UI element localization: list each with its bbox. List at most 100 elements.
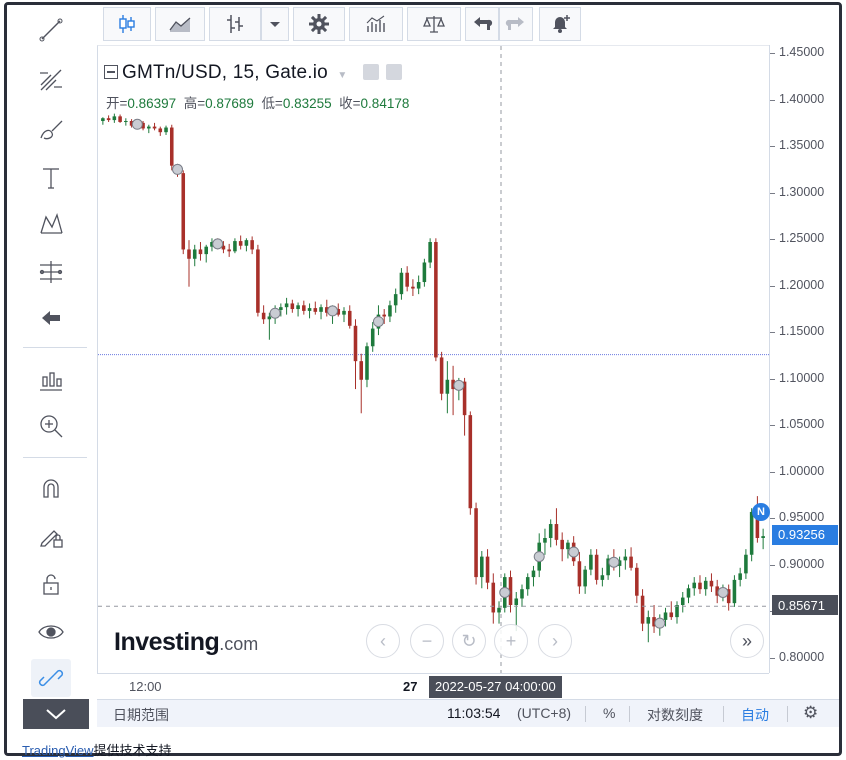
undo-button[interactable]	[465, 7, 499, 41]
candle	[152, 122, 157, 131]
zoom-in-icon[interactable]	[31, 407, 71, 445]
candle	[353, 319, 358, 390]
price-tick-label: 1.15000	[779, 324, 825, 339]
text-tool-icon[interactable]	[31, 159, 71, 197]
bars-chart-button[interactable]	[209, 7, 261, 41]
news-badge[interactable]: N	[752, 502, 770, 521]
indicators-button[interactable]	[349, 7, 403, 41]
minus-icon: −	[421, 630, 433, 651]
scroll-left-button[interactable]: ‹	[366, 624, 400, 658]
top-toolbar	[95, 5, 839, 45]
timezone-button[interactable]: (UTC+8)	[517, 705, 571, 721]
candle	[738, 567, 742, 587]
fib-tool-icon[interactable]	[31, 61, 71, 99]
settings-button[interactable]	[293, 7, 345, 41]
pattern-tool-icon[interactable]	[31, 205, 71, 243]
candle	[445, 361, 450, 414]
event-marker[interactable]	[654, 617, 666, 629]
legend-dropdown-icon[interactable]: ▼	[337, 70, 347, 81]
candle	[388, 300, 392, 323]
legend-toggle-icon[interactable]	[104, 65, 118, 79]
gear-small-icon[interactable]	[386, 64, 403, 80]
bottom-bar: 日期范围 11:03:54 (UTC+8) % 对数刻度 自动 ⚙	[97, 699, 839, 727]
collapse-toolbar-button[interactable]	[23, 699, 89, 729]
candle	[491, 573, 496, 624]
ohlc-open-value: 0.86397	[127, 96, 177, 111]
chart-add-icon[interactable]	[31, 361, 71, 399]
tradingview-link[interactable]: TradingView	[22, 743, 94, 758]
trend-line-icon[interactable]	[31, 11, 71, 49]
candle	[640, 589, 645, 632]
candle	[302, 300, 306, 315]
measure-tool-icon[interactable]	[31, 253, 71, 291]
event-marker[interactable]	[568, 546, 580, 558]
candle	[554, 508, 559, 546]
percent-button[interactable]: %	[603, 705, 615, 721]
candle	[480, 551, 484, 589]
auto-scale-button[interactable]: 自动	[741, 705, 769, 725]
candle	[600, 567, 605, 587]
candle	[543, 528, 547, 555]
scroll-to-latest-button[interactable]: »	[730, 624, 764, 658]
candle	[675, 601, 679, 624]
lock-drawing-icon[interactable]	[31, 517, 71, 555]
eye-visibility-icon[interactable]	[362, 64, 379, 80]
back-arrow-icon[interactable]	[31, 299, 71, 337]
event-marker[interactable]	[212, 238, 224, 250]
magnet-icon[interactable]	[31, 469, 71, 507]
event-marker[interactable]	[131, 118, 143, 130]
zoom-in-button[interactable]: +	[494, 624, 528, 658]
log-scale-button[interactable]: 对数刻度	[647, 705, 703, 725]
legend-ohlc: 开=0.86397 高=0.87689 低=0.83255 收=0.84178	[106, 92, 409, 112]
price-tick	[770, 425, 775, 427]
reset-button[interactable]: ↻	[452, 624, 486, 658]
candle	[244, 238, 249, 252]
compare-button[interactable]	[407, 7, 461, 41]
event-marker[interactable]	[717, 586, 729, 598]
event-marker[interactable]	[533, 551, 545, 563]
area-chart-button[interactable]	[155, 7, 205, 41]
price-tick	[770, 564, 775, 566]
time-label-1200: 12:00	[129, 679, 162, 694]
candle	[192, 244, 197, 267]
gear-icon[interactable]: ⚙	[803, 703, 818, 723]
candle	[531, 565, 536, 587]
candle	[474, 502, 478, 585]
caret-down-icon	[270, 22, 280, 27]
price-tick	[770, 239, 775, 241]
link-icon[interactable]	[31, 659, 71, 697]
date-range-button[interactable]: 日期范围	[113, 705, 169, 725]
candle	[646, 610, 651, 643]
candle	[147, 124, 151, 134]
time-axis[interactable]: 12:00 27 2022-05-27 04:00:00	[97, 673, 769, 699]
chart-type-dropdown[interactable]	[261, 7, 289, 41]
event-marker[interactable]	[372, 316, 384, 328]
candle	[284, 297, 289, 315]
price-axis[interactable]: 1.45000 1.40000 1.35000 1.30000 1.25000 1.200…	[769, 45, 839, 673]
lock-icon[interactable]	[31, 565, 71, 603]
event-marker[interactable]	[172, 163, 184, 175]
event-marker[interactable]	[327, 305, 339, 317]
event-marker[interactable]	[453, 379, 465, 391]
price-tick-label: 1.05000	[779, 417, 825, 432]
price-tick-label: 1.00000	[779, 463, 825, 478]
event-marker[interactable]	[499, 586, 511, 598]
event-marker[interactable]	[269, 307, 281, 319]
candle	[577, 551, 582, 594]
candle	[158, 126, 163, 136]
zoom-out-button[interactable]: −	[410, 624, 444, 658]
indicators-icon	[366, 15, 385, 32]
brush-icon[interactable]	[31, 111, 71, 149]
price-tick	[770, 285, 775, 287]
price-tick	[770, 146, 775, 148]
chart-plot-area[interactable]: GMTn/USD, 15, Gate.io ▼ 开=0.86397 高=0.87…	[97, 45, 770, 674]
eye-icon[interactable]	[31, 613, 71, 651]
scroll-right-button[interactable]: ›	[538, 624, 572, 658]
redo-button[interactable]	[499, 7, 533, 41]
event-marker[interactable]	[608, 556, 620, 568]
candle	[393, 288, 398, 313]
legend-symbol[interactable]: GMTn/USD, 15, Gate.io ▼	[104, 62, 403, 84]
alert-button[interactable]	[539, 7, 581, 41]
candles-chart-type-button[interactable]	[103, 7, 151, 41]
ohlc-open-label: 开=	[106, 96, 128, 111]
